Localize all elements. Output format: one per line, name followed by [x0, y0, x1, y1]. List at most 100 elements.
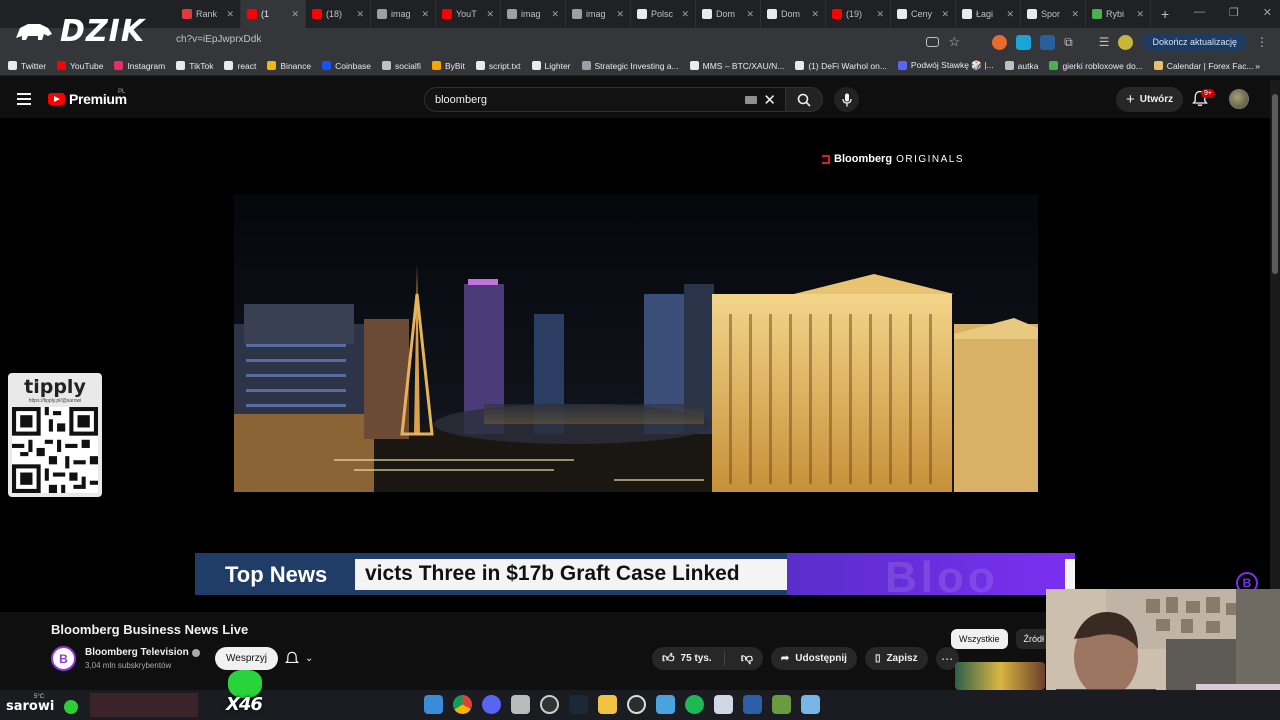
browser-tab[interactable]: Dom ✕: [761, 0, 826, 28]
bookmark-item[interactable]: MMS – BTC/XAU/N...: [689, 60, 784, 71]
app-icon[interactable]: [511, 695, 530, 714]
app4-icon[interactable]: [772, 695, 791, 714]
scrollbar-thumb[interactable]: [1272, 94, 1278, 274]
menu-burger-icon[interactable]: [17, 93, 31, 108]
account-avatar[interactable]: [1229, 89, 1249, 109]
extension-blue-icon[interactable]: [1016, 34, 1032, 50]
bookmark-item[interactable]: ByBit: [432, 60, 465, 71]
related-filter-chips: Wszystkie Źródł: [951, 629, 1053, 649]
browser-tab[interactable]: Ceny ✕: [891, 0, 956, 28]
browser-tab[interactable]: Łagi ✕: [956, 0, 1021, 28]
chrome-icon[interactable]: [453, 695, 472, 714]
reading-list-icon[interactable]: ☰: [1099, 35, 1110, 49]
windows-start-icon[interactable]: [424, 695, 443, 714]
browser-tab[interactable]: Spor ✕: [1021, 0, 1086, 28]
app2-icon[interactable]: [714, 695, 733, 714]
bookmark-item[interactable]: script.txt: [475, 60, 521, 71]
bookmark-item[interactable]: (1) DeFi Warhol on...: [795, 60, 887, 71]
discord-icon[interactable]: [482, 695, 501, 714]
bookmark-item[interactable]: Lighter: [531, 60, 571, 71]
minimize-icon[interactable]: —: [1194, 6, 1205, 19]
tab-close-icon[interactable]: ✕: [421, 9, 429, 20]
install-app-icon[interactable]: [926, 37, 940, 47]
browser-tab[interactable]: imag ✕: [566, 0, 631, 28]
browser-tab[interactable]: Rybi ✕: [1086, 0, 1151, 28]
tab-close-icon[interactable]: ✕: [356, 9, 364, 20]
dislike-icon[interactable]: 👎︎: [723, 651, 753, 666]
browser-tab[interactable]: imag ✕: [371, 0, 436, 28]
bookmark-item[interactable]: Binance: [267, 60, 311, 71]
tab-close-icon[interactable]: ✕: [941, 9, 949, 20]
bookmark-item[interactable]: Coinbase: [322, 60, 371, 71]
keyboard-icon[interactable]: [745, 96, 757, 104]
browser-tab[interactable]: Dom ✕: [696, 0, 761, 28]
tab-close-icon[interactable]: ✕: [1006, 9, 1014, 20]
save-button[interactable]: ▯ Zapisz: [864, 647, 928, 670]
bookmark-item[interactable]: gierki robloxowe do...: [1049, 60, 1143, 71]
channel-name-row[interactable]: Bloomberg Television: [85, 647, 200, 658]
bookmarks-more-icon[interactable]: »: [1255, 61, 1260, 71]
tab-close-icon[interactable]: ✕: [876, 9, 884, 20]
related-video-thumbnail[interactable]: [955, 662, 1045, 690]
url-field[interactable]: ch?v=iEpJwprxDdk: [176, 34, 261, 45]
create-button[interactable]: + Utwórz: [1116, 87, 1184, 112]
tab-close-icon[interactable]: ✕: [746, 9, 754, 20]
browser-tab[interactable]: imag ✕: [501, 0, 566, 28]
browser-tab[interactable]: (19) ✕: [826, 0, 891, 28]
search-input[interactable]: [425, 88, 725, 111]
browser-tab[interactable]: Rank ✕: [176, 0, 241, 28]
update-button[interactable]: Dokończ aktualizację: [1142, 33, 1247, 51]
bookmark-item[interactable]: react: [224, 60, 256, 71]
browser-menu-icon[interactable]: ⋮: [1256, 35, 1268, 49]
tab-close-icon[interactable]: ✕: [1136, 9, 1144, 20]
spotify-icon[interactable]: [685, 695, 704, 714]
bookmark-item[interactable]: YouTube: [57, 60, 103, 71]
tab-close-icon[interactable]: ✕: [486, 9, 494, 20]
bookmark-item[interactable]: autka: [1004, 60, 1038, 71]
file-explorer-icon[interactable]: [598, 695, 617, 714]
bookmark-star-icon[interactable]: ☆: [948, 34, 960, 50]
browser-tab[interactable]: YouT ✕: [436, 0, 501, 28]
support-button[interactable]: Wesprzyj: [215, 647, 278, 670]
tab-close-icon[interactable]: ✕: [681, 9, 689, 20]
tool-icon[interactable]: [656, 695, 675, 714]
voice-search-button[interactable]: [834, 87, 859, 112]
browser-tab[interactable]: (1 ✕: [241, 0, 306, 28]
app3-icon[interactable]: [743, 695, 762, 714]
like-button[interactable]: 👍︎ 75 tys. 👎︎: [652, 647, 763, 670]
extension-seventy-icon[interactable]: [1040, 34, 1056, 50]
obs-icon[interactable]: [540, 695, 559, 714]
new-tab-button[interactable]: +: [1151, 6, 1169, 22]
extensions-puzzle-icon[interactable]: ⧉: [1064, 35, 1073, 50]
bookmark-item[interactable]: Calendar | Forex Fac...: [1153, 60, 1254, 71]
tab-close-icon[interactable]: ✕: [1071, 9, 1079, 20]
subscription-notifications-button[interactable]: ⌄: [285, 647, 327, 670]
bookmark-item[interactable]: Instagram: [114, 60, 165, 71]
profile-icon[interactable]: [1118, 34, 1134, 50]
tab-close-icon[interactable]: ✕: [226, 9, 234, 20]
refresh-app-icon[interactable]: [627, 695, 646, 714]
channel-avatar[interactable]: B: [51, 646, 76, 671]
tab-close-icon[interactable]: ✕: [291, 9, 299, 20]
tab-close-icon[interactable]: ✕: [811, 9, 819, 20]
search-button[interactable]: [785, 87, 823, 112]
close-window-icon[interactable]: ✕: [1263, 6, 1272, 19]
extension-fox-icon[interactable]: [992, 34, 1008, 50]
bookmark-item[interactable]: TikTok: [176, 60, 213, 71]
tab-close-icon[interactable]: ✕: [616, 9, 624, 20]
tab-close-icon[interactable]: ✕: [551, 9, 559, 20]
bookmark-item[interactable]: socialfi: [382, 60, 421, 71]
browser-tab[interactable]: Polsc ✕: [631, 0, 696, 28]
steam-icon[interactable]: [569, 695, 588, 714]
maximize-icon[interactable]: ❐: [1229, 6, 1239, 19]
chip-all[interactable]: Wszystkie: [951, 629, 1008, 649]
clear-search-icon[interactable]: ✕: [763, 91, 776, 109]
channel-name[interactable]: Bloomberg Television: [85, 647, 189, 658]
share-button[interactable]: ➦ Udostępnij: [770, 647, 857, 670]
bookmark-item[interactable]: Podwój Stawkę 🎲 |...: [897, 60, 994, 71]
browser-tab[interactable]: (18) ✕: [306, 0, 371, 28]
bookmark-item[interactable]: Strategic Investing a...: [581, 60, 679, 71]
bookmark-item[interactable]: Twitter: [8, 60, 46, 71]
youtube-premium-logo[interactable]: Premium PL: [48, 89, 127, 107]
notepad-icon[interactable]: [801, 695, 820, 714]
